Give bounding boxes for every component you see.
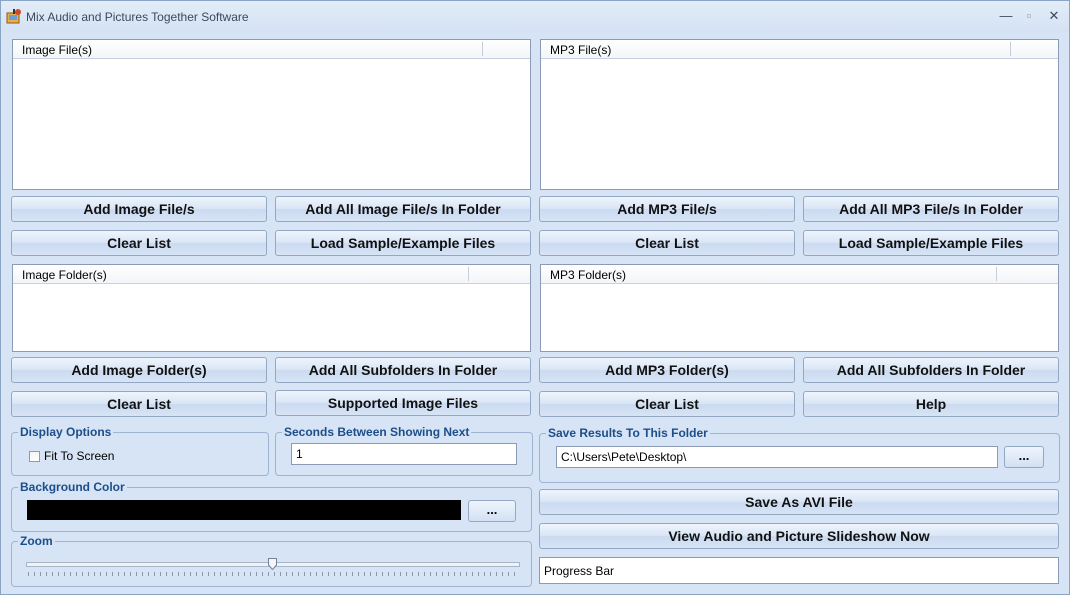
mp3-files-header-label: MP3 File(s) bbox=[550, 43, 612, 57]
image-files-list[interactable]: Image File(s) bbox=[12, 39, 531, 190]
window-title: Mix Audio and Pictures Together Software bbox=[26, 10, 249, 24]
zoom-group: Zoom bbox=[11, 534, 532, 587]
add-image-files-button[interactable]: Add Image File/s bbox=[11, 196, 267, 222]
zoom-slider-thumb[interactable] bbox=[267, 558, 277, 570]
help-button[interactable]: Help bbox=[803, 391, 1059, 417]
display-options-group: Display Options Fit To Screen bbox=[11, 425, 269, 476]
background-color-label: Background Color bbox=[18, 480, 127, 494]
mp3-files-header[interactable]: MP3 File(s) bbox=[541, 40, 1058, 59]
clear-image-folders-button[interactable]: Clear List bbox=[11, 391, 267, 417]
background-color-swatch bbox=[27, 500, 461, 520]
image-folders-header[interactable]: Image Folder(s) bbox=[13, 265, 530, 284]
choose-color-button[interactable]: ... bbox=[468, 500, 516, 522]
save-results-group: Save Results To This Folder C:\Users\Pet… bbox=[539, 426, 1060, 483]
fit-to-screen-checkbox[interactable] bbox=[29, 451, 40, 462]
view-slideshow-button[interactable]: View Audio and Picture Slideshow Now bbox=[539, 523, 1059, 549]
mp3-folders-list[interactable]: MP3 Folder(s) bbox=[540, 264, 1059, 352]
load-sample-mp3-button[interactable]: Load Sample/Example Files bbox=[803, 230, 1059, 256]
add-all-mp3-files-in-folder-button[interactable]: Add All MP3 File/s In Folder bbox=[803, 196, 1059, 222]
load-sample-images-button[interactable]: Load Sample/Example Files bbox=[275, 230, 531, 256]
app-icon bbox=[6, 9, 21, 24]
image-files-header[interactable]: Image File(s) bbox=[13, 40, 530, 59]
minimize-icon[interactable]: — bbox=[995, 7, 1017, 25]
main-window: Mix Audio and Pictures Together Software… bbox=[0, 0, 1070, 595]
mp3-folders-header-label: MP3 Folder(s) bbox=[550, 268, 627, 282]
save-as-avi-button[interactable]: Save As AVI File bbox=[539, 489, 1059, 515]
fit-to-screen-label[interactable]: Fit To Screen bbox=[44, 449, 114, 463]
maximize-icon[interactable]: ▫ bbox=[1018, 7, 1040, 25]
display-options-label: Display Options bbox=[18, 425, 114, 439]
column-separator[interactable] bbox=[996, 267, 997, 281]
clear-mp3-folders-button[interactable]: Clear List bbox=[539, 391, 795, 417]
add-mp3-subfolders-button[interactable]: Add All Subfolders In Folder bbox=[803, 357, 1059, 383]
add-mp3-files-button[interactable]: Add MP3 File/s bbox=[539, 196, 795, 222]
seconds-group: Seconds Between Showing Next 1 bbox=[275, 425, 533, 476]
add-mp3-folders-button[interactable]: Add MP3 Folder(s) bbox=[539, 357, 795, 383]
close-icon[interactable]: ✕ bbox=[1043, 7, 1065, 25]
image-folders-list[interactable]: Image Folder(s) bbox=[12, 264, 531, 352]
supported-image-files-button[interactable]: Supported Image Files bbox=[275, 390, 531, 416]
add-image-folders-button[interactable]: Add Image Folder(s) bbox=[11, 357, 267, 383]
add-all-image-files-in-folder-button[interactable]: Add All Image File/s In Folder bbox=[275, 196, 531, 222]
seconds-label: Seconds Between Showing Next bbox=[282, 425, 472, 439]
seconds-input[interactable]: 1 bbox=[291, 443, 517, 465]
column-separator[interactable] bbox=[468, 267, 469, 281]
clear-image-files-button[interactable]: Clear List bbox=[11, 230, 267, 256]
background-color-group: Background Color ... bbox=[11, 480, 532, 532]
image-folders-header-label: Image Folder(s) bbox=[22, 268, 107, 282]
save-folder-input[interactable]: C:\Users\Pete\Desktop\ bbox=[556, 446, 998, 468]
title-bar[interactable]: Mix Audio and Pictures Together Software… bbox=[1, 1, 1069, 33]
clear-mp3-files-button[interactable]: Clear List bbox=[539, 230, 795, 256]
mp3-folders-header[interactable]: MP3 Folder(s) bbox=[541, 265, 1058, 284]
browse-save-folder-button[interactable]: ... bbox=[1004, 446, 1044, 468]
zoom-ticks bbox=[28, 572, 518, 576]
image-files-header-label: Image File(s) bbox=[22, 43, 93, 57]
column-separator[interactable] bbox=[1010, 42, 1011, 56]
save-results-label: Save Results To This Folder bbox=[546, 426, 710, 440]
mp3-files-list[interactable]: MP3 File(s) bbox=[540, 39, 1059, 190]
zoom-label: Zoom bbox=[18, 534, 55, 548]
column-separator[interactable] bbox=[482, 42, 483, 56]
progress-bar: Progress Bar bbox=[539, 557, 1059, 584]
add-image-subfolders-button[interactable]: Add All Subfolders In Folder bbox=[275, 357, 531, 383]
